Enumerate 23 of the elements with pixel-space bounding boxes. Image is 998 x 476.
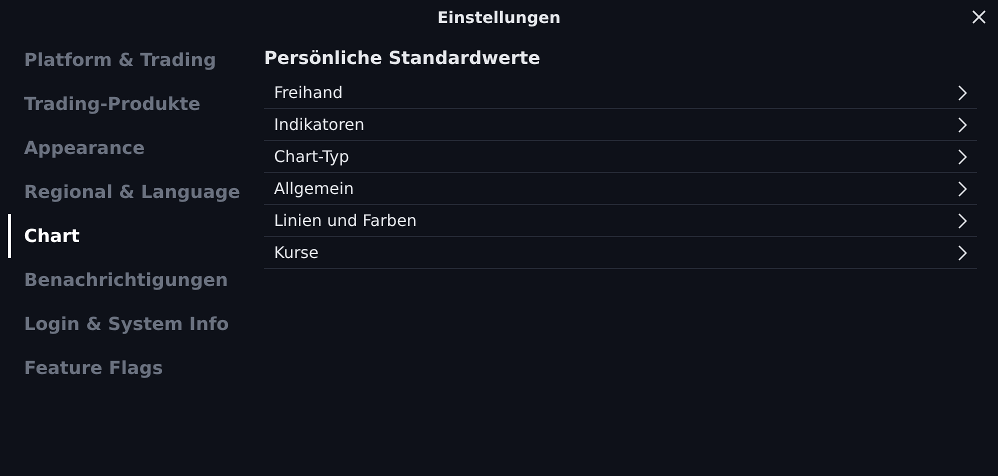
- sidebar-item[interactable]: Chart: [8, 214, 252, 258]
- chevron-right-icon: [958, 212, 967, 228]
- section-title: Persönliche Standardwerte: [264, 48, 542, 69]
- sidebar-item[interactable]: Benachrichtigungen: [8, 258, 252, 302]
- chevron-right-icon: [958, 180, 967, 196]
- settings-row[interactable]: Allgemein: [264, 173, 977, 205]
- sidebar-item[interactable]: Appearance: [8, 126, 252, 170]
- chevron-right-icon: [958, 116, 967, 132]
- settings-row[interactable]: Indikatoren: [264, 109, 977, 141]
- settings-row[interactable]: Chart-Typ: [264, 141, 977, 173]
- window-title: Einstellungen: [437, 8, 561, 26]
- sidebar-item[interactable]: Login & System Info: [8, 302, 252, 346]
- chevron-right-icon: [958, 84, 967, 100]
- sidebar-item[interactable]: Trading-Produkte: [8, 82, 252, 126]
- settings-row[interactable]: Freihand: [264, 77, 977, 109]
- settings-row[interactable]: Linien und Farben: [264, 205, 977, 237]
- sidebar-item[interactable]: Platform & Trading: [8, 38, 252, 82]
- settings-row[interactable]: Kurse: [264, 237, 977, 269]
- sidebar-item[interactable]: Regional & Language: [8, 170, 252, 214]
- close-icon[interactable]: [972, 10, 986, 24]
- chevron-right-icon: [958, 148, 967, 164]
- sidebar-item[interactable]: Feature Flags: [8, 346, 252, 390]
- chevron-right-icon: [958, 244, 967, 260]
